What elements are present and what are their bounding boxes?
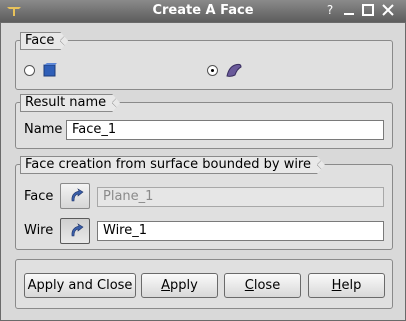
radio-surface-face[interactable] <box>207 65 218 76</box>
minimize-icon[interactable] <box>342 3 356 17</box>
close-icon[interactable] <box>381 3 395 17</box>
name-field[interactable]: Face_1 <box>66 120 384 140</box>
title-bar: Create A Face ? <box>0 0 406 22</box>
result-group-label: Result name <box>20 94 120 112</box>
box-icon <box>43 63 57 81</box>
apply-suffix: pply <box>170 278 198 293</box>
face-field[interactable]: Plane_1 <box>97 187 384 207</box>
help-mnemonic: H <box>331 278 342 293</box>
help-suffix: elp <box>341 278 362 293</box>
face-group-label: Face <box>20 32 68 50</box>
close-mnemonic: C <box>244 278 254 293</box>
help-icon[interactable]: ? <box>323 3 337 17</box>
face-type-group: Face <box>15 40 393 90</box>
apply-button[interactable]: Apply <box>141 273 218 298</box>
wire-group-label: Face creation from surface bounded by wi… <box>20 156 325 174</box>
wire-field[interactable]: Wire_1 <box>97 221 384 241</box>
face-label: Face <box>24 189 54 204</box>
surface-icon <box>225 61 243 83</box>
select-wire-button[interactable] <box>60 218 90 244</box>
wire-bounded-group: Face creation from surface bounded by wi… <box>15 164 393 250</box>
name-label: Name <box>24 122 63 137</box>
result-name-group: Result name Name Face_1 <box>15 102 393 149</box>
action-button-row: Apply and Close Apply Close Help <box>15 259 393 309</box>
dialog-body: Face Result name Name Face_1 Face creati… <box>0 22 406 321</box>
radio-box-face[interactable] <box>24 65 35 76</box>
wire-label: Wire <box>24 223 54 238</box>
select-arrow-icon <box>71 223 84 237</box>
close-button[interactable]: Close <box>224 273 301 298</box>
help-button[interactable]: Help <box>308 273 385 298</box>
apply-mnemonic: A <box>161 278 171 293</box>
select-face-button[interactable] <box>60 183 90 209</box>
apply-and-close-button[interactable]: Apply and Close <box>24 273 136 298</box>
maximize-icon[interactable] <box>361 3 375 17</box>
select-arrow-icon <box>71 188 84 202</box>
close-suffix: lose <box>253 278 281 293</box>
